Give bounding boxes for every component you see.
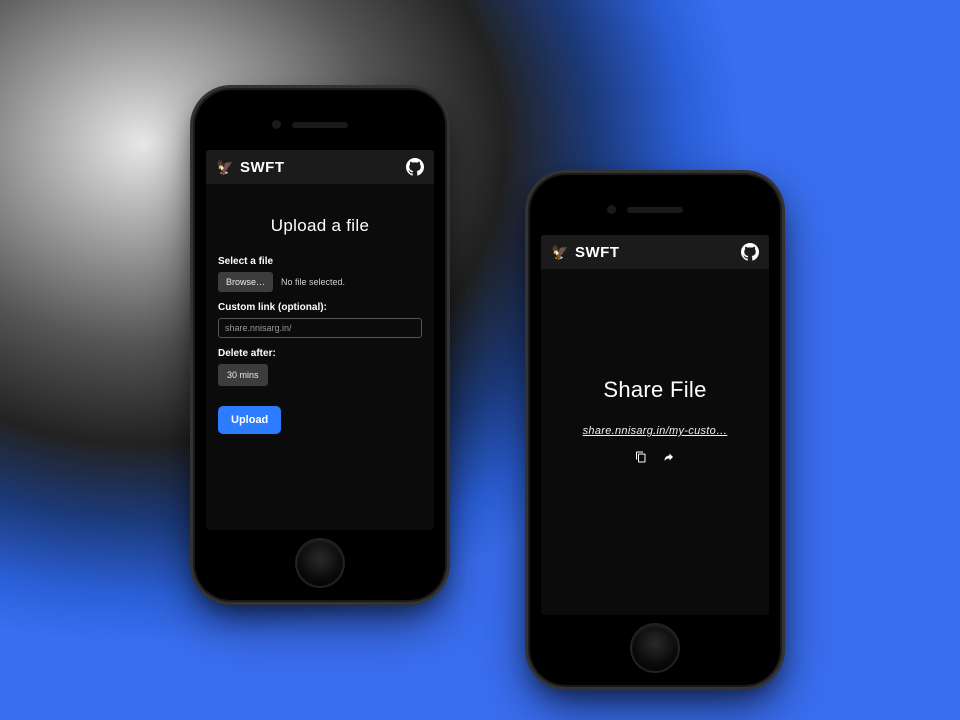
page-title: Share File bbox=[553, 377, 757, 403]
share-url-link[interactable]: share.nnisarg.in/my-custo… bbox=[553, 425, 757, 437]
app-header: 🦅 SWFT bbox=[206, 150, 434, 184]
file-picker-row: Browse… No file selected. bbox=[218, 272, 422, 292]
phone-speaker bbox=[292, 122, 348, 128]
share-arrow-icon[interactable] bbox=[663, 451, 675, 463]
phone-mockup-share: 🦅 SWFT Share File share.nnisarg.in/my-cu… bbox=[530, 175, 780, 685]
phone-camera bbox=[607, 205, 616, 214]
select-file-label: Select a file bbox=[218, 256, 422, 267]
copy-icon[interactable] bbox=[635, 451, 647, 463]
upload-button[interactable]: Upload bbox=[218, 406, 281, 434]
share-actions bbox=[553, 451, 757, 463]
delete-after-select[interactable]: 30 mins bbox=[218, 364, 268, 386]
screen-share: 🦅 SWFT Share File share.nnisarg.in/my-cu… bbox=[541, 235, 769, 615]
home-button[interactable] bbox=[297, 540, 343, 586]
upload-form: Upload a file Select a file Browse… No f… bbox=[206, 184, 434, 444]
phone-camera bbox=[272, 120, 281, 129]
brand-text: SWFT bbox=[240, 159, 285, 176]
eagle-icon: 🦅 bbox=[551, 243, 569, 261]
custom-link-label: Custom link (optional): bbox=[218, 302, 422, 313]
brand-text: SWFT bbox=[575, 244, 620, 261]
github-icon[interactable] bbox=[406, 158, 424, 176]
eagle-icon: 🦅 bbox=[216, 158, 234, 176]
custom-link-input[interactable] bbox=[218, 318, 422, 338]
screen-upload: 🦅 SWFT Upload a file Select a file Brows… bbox=[206, 150, 434, 530]
app-header: 🦅 SWFT bbox=[541, 235, 769, 269]
phone-speaker bbox=[627, 207, 683, 213]
browse-button[interactable]: Browse… bbox=[218, 272, 273, 292]
page-title: Upload a file bbox=[218, 216, 422, 236]
phone-mockup-upload: 🦅 SWFT Upload a file Select a file Brows… bbox=[195, 90, 445, 600]
delete-after-label: Delete after: bbox=[218, 348, 422, 359]
file-status-text: No file selected. bbox=[281, 277, 345, 287]
github-icon[interactable] bbox=[741, 243, 759, 261]
brand[interactable]: 🦅 SWFT bbox=[216, 158, 285, 176]
brand[interactable]: 🦅 SWFT bbox=[551, 243, 620, 261]
home-button[interactable] bbox=[632, 625, 678, 671]
share-content: Share File share.nnisarg.in/my-custo… bbox=[541, 269, 769, 473]
